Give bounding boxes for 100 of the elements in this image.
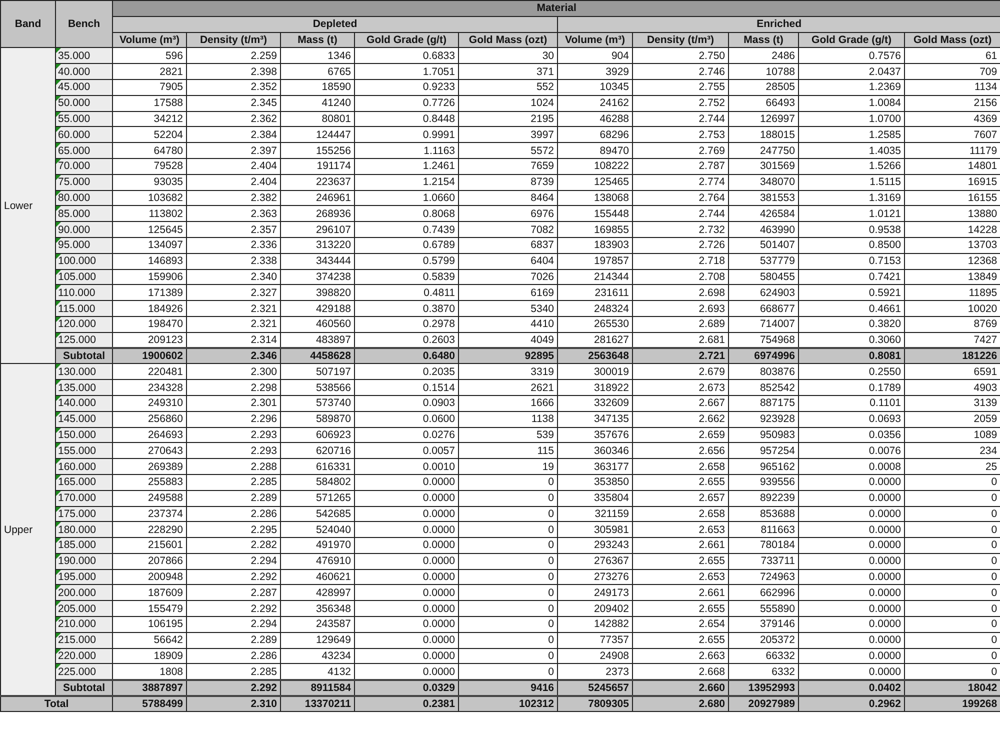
- table-cell: 2.301: [186, 395, 280, 412]
- table-cell: 17588: [112, 95, 186, 112]
- table-cell: 2.750: [632, 48, 728, 64]
- table-cell: 0: [458, 553, 558, 570]
- table-cell: 2.289: [186, 632, 280, 648]
- table-cell: 589870: [280, 411, 354, 428]
- table-cell: 616331: [280, 458, 354, 474]
- table-cell: 77357: [558, 632, 632, 648]
- table-cell: 159906: [112, 269, 186, 285]
- table-cell: 16155: [904, 190, 1000, 206]
- table-cell: 7905: [112, 79, 186, 96]
- table-cell: 2.661: [632, 538, 728, 554]
- table-cell: 0: [458, 538, 558, 554]
- table-cell: 2.340: [186, 269, 280, 285]
- table-cell: 0: [904, 584, 1000, 601]
- table-cell: 2.295: [186, 522, 280, 538]
- table-cell: 2.404: [186, 158, 280, 174]
- table-cell: 2.336: [186, 237, 280, 254]
- table-cell: 0.4811: [354, 284, 458, 301]
- table-cell: 0: [458, 664, 558, 680]
- table-cell: 1.0700: [798, 111, 904, 127]
- table-cell: 2.345: [186, 95, 280, 112]
- table-cell: 14801: [904, 158, 1000, 174]
- table-cell: 0.5839: [354, 269, 458, 285]
- table-cell: 0.0000: [354, 632, 458, 648]
- table-cell: 2821: [112, 64, 186, 80]
- table-cell: 2.668: [632, 664, 728, 680]
- subtotal-cell: 2.292: [186, 680, 280, 696]
- table-cell: 2.662: [632, 411, 728, 428]
- subtotal-cell: 18042: [904, 680, 1000, 696]
- table-cell: 429188: [280, 300, 354, 316]
- table-cell: 2.294: [186, 616, 280, 632]
- table-cell: 0.6833: [354, 48, 458, 64]
- table-cell: 13849: [904, 269, 1000, 285]
- table-cell: 2.659: [632, 427, 728, 443]
- table-cell: 3319: [458, 364, 558, 380]
- table-cell: 106195: [112, 616, 186, 632]
- table-cell: 321159: [558, 506, 632, 522]
- table-cell: 171389: [112, 284, 186, 301]
- table-cell: 2.293: [186, 427, 280, 443]
- table-cell: 1134: [904, 79, 1000, 96]
- total-cell: 13370211: [280, 696, 354, 712]
- table-cell: 2.285: [186, 664, 280, 680]
- table-cell: 129649: [280, 632, 354, 648]
- table-cell: 0.0057: [354, 442, 458, 459]
- subtotal-cell: 92895: [458, 348, 558, 364]
- table-cell: 356348: [280, 600, 354, 617]
- table-cell: 724963: [728, 569, 798, 585]
- table-cell: 381553: [728, 190, 798, 206]
- table-cell: 668677: [728, 300, 798, 316]
- table-cell: 491970: [280, 538, 354, 554]
- table-cell: 2.679: [632, 364, 728, 380]
- table-cell: 3139: [904, 395, 1000, 412]
- subtotal-cell: 0.0402: [798, 680, 904, 696]
- table-cell: 19: [458, 458, 558, 474]
- table-cell: 0.7439: [354, 222, 458, 238]
- column-header: Gold Mass (ozt): [904, 32, 1000, 48]
- table-cell: 248324: [558, 300, 632, 316]
- table-cell: 0.0000: [798, 553, 904, 570]
- total-label: Total: [0, 696, 112, 712]
- table-cell: 10020: [904, 300, 1000, 316]
- table-cell: 300019: [558, 364, 632, 380]
- subtotal-cell: 0.8081: [798, 348, 904, 364]
- table-cell: 0.6789: [354, 237, 458, 254]
- table-cell: 2.673: [632, 380, 728, 396]
- table-cell: 606923: [280, 427, 354, 443]
- table-cell: 709: [904, 64, 1000, 80]
- table-cell: 1.5266: [798, 158, 904, 174]
- table-cell: 125465: [558, 174, 632, 190]
- table-cell: 714007: [728, 316, 798, 332]
- table-cell: 293243: [558, 538, 632, 554]
- total-cell: 199268: [904, 696, 1000, 712]
- table-cell: 1.5115: [798, 174, 904, 190]
- table-cell: 7607: [904, 126, 1000, 143]
- band-label: Lower: [0, 48, 56, 364]
- table-cell: 138068: [558, 190, 632, 206]
- table-cell: 2.787: [632, 158, 728, 174]
- table-cell: 811663: [728, 522, 798, 538]
- table-cell: 1.2369: [798, 79, 904, 96]
- table-cell: 11895: [904, 284, 1000, 301]
- table-cell: 357676: [558, 427, 632, 443]
- table-cell: 10345: [558, 79, 632, 96]
- table-cell: 2.655: [632, 600, 728, 617]
- table-cell: 371: [458, 64, 558, 80]
- table-cell: 507197: [280, 364, 354, 380]
- table-cell: 5340: [458, 300, 558, 316]
- subtotal-cell: 4458628: [280, 348, 354, 364]
- table-cell: 113802: [112, 206, 186, 222]
- table-cell: 0: [458, 522, 558, 538]
- table-cell: 68296: [558, 126, 632, 143]
- table-cell: 301569: [728, 158, 798, 174]
- subtotal-cell: 9416: [458, 680, 558, 696]
- table-cell: 243587: [280, 616, 354, 632]
- table-cell: 0.0000: [354, 648, 458, 664]
- table-cell: 3997: [458, 126, 558, 143]
- table-cell: 0.4661: [798, 300, 904, 316]
- table-cell: 1.2585: [798, 126, 904, 143]
- table-cell: 14228: [904, 222, 1000, 238]
- table-cell: 0.0000: [354, 506, 458, 522]
- table-cell: 270643: [112, 442, 186, 459]
